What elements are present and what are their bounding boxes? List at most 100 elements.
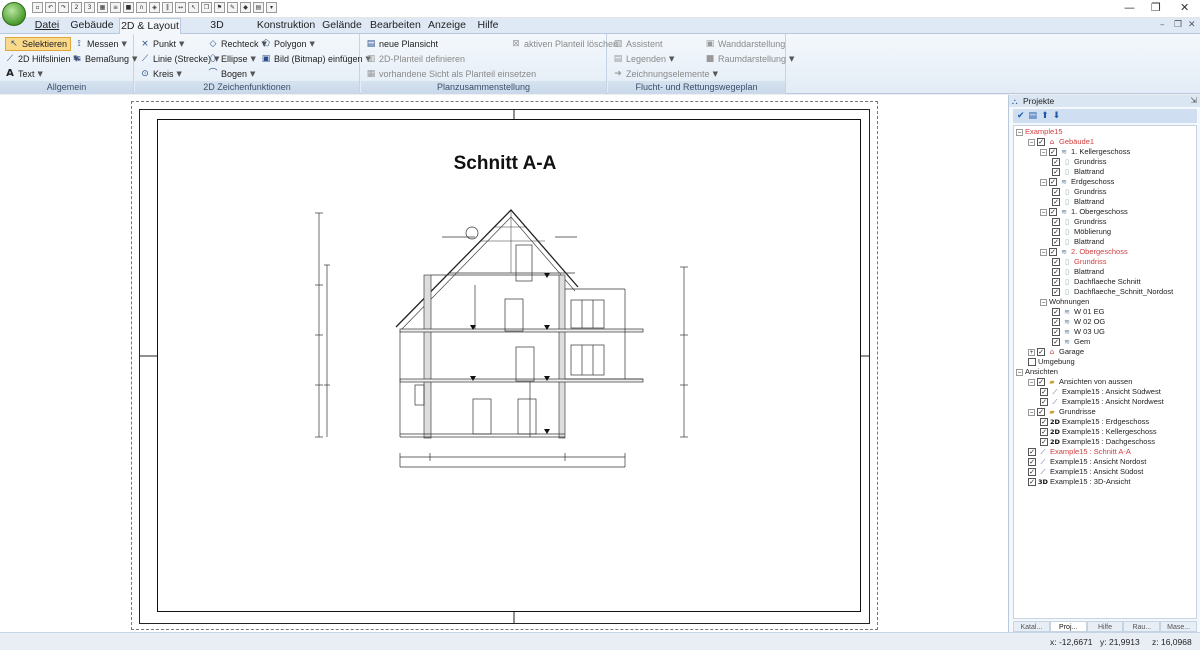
visibility-checkbox[interactable]: ✓: [1052, 268, 1060, 276]
visibility-checkbox[interactable]: ✓: [1028, 448, 1036, 456]
collapse-icon[interactable]: −: [1040, 248, 1047, 256]
tree-item[interactable]: ✓ 3D Example15 : 3D-Ansicht: [1028, 477, 1130, 487]
visibility-checkbox[interactable]: ✓: [1052, 318, 1060, 326]
tree-item[interactable]: − ✓ ≋ 1. Obergeschoss: [1040, 207, 1128, 217]
tree-item[interactable]: ✓ 2D Example15 : Kellergeschoss: [1040, 427, 1157, 437]
rectangle-button[interactable]: ◇ Rechteck ▼: [208, 37, 267, 51]
visibility-checkbox[interactable]: ✓: [1040, 428, 1048, 436]
tab-anzeige[interactable]: Anzeige: [428, 18, 466, 34]
mdi-minimize-icon[interactable]: –: [1160, 20, 1165, 30]
wall-display-button[interactable]: ▣ Wanddarstellung: [705, 37, 785, 51]
visibility-checkbox[interactable]: ✓: [1049, 208, 1057, 216]
check-icon[interactable]: ✔: [1017, 111, 1025, 121]
text-button[interactable]: A Text ▼: [5, 67, 43, 81]
magnet-icon[interactable]: ∩: [136, 2, 147, 13]
mdi-restore-icon[interactable]: ❐: [1174, 20, 1182, 30]
new-file-icon[interactable]: ▫: [32, 2, 43, 13]
page-icon[interactable]: ▤: [253, 2, 264, 13]
visibility-checkbox[interactable]: ✓: [1052, 308, 1060, 316]
select-button[interactable]: ↖ Selektieren: [5, 37, 72, 51]
paint-icon[interactable]: ✎: [227, 2, 238, 13]
new-plan-view-button[interactable]: ▤ neue Plansicht: [366, 37, 438, 51]
properties-icon[interactable]: ▤: [1029, 111, 1038, 121]
assistant-button[interactable]: ▧ Assistent: [613, 37, 663, 51]
tree-item[interactable]: ✓ ▯ Möblierung: [1052, 227, 1111, 237]
collapse-icon[interactable]: −: [1028, 408, 1035, 416]
tree-item[interactable]: ✓ ⟋ Example15 : Ansicht Südost: [1028, 467, 1143, 477]
visibility-checkbox[interactable]: ✓: [1028, 468, 1036, 476]
drawing-canvas[interactable]: Schnitt A-A: [0, 95, 1008, 632]
tree-item[interactable]: ✓ ▯ Blattrand: [1052, 167, 1104, 177]
visibility-checkbox[interactable]: ✓: [1052, 288, 1060, 296]
building-section-drawing[interactable]: [300, 205, 700, 485]
copy-icon[interactable]: ❐: [201, 2, 212, 13]
tree-item[interactable]: ✓ ⟋ Example15 : Ansicht Südwest: [1040, 387, 1161, 397]
drawing-elements-button[interactable]: ➜ Zeichnungselemente ▼: [613, 67, 718, 81]
3d-view-icon[interactable]: 3: [84, 2, 95, 13]
tab-datei[interactable]: Datei: [30, 18, 64, 34]
tree-item[interactable]: ✓ ⟋ Example15 : Ansicht Nordost: [1028, 457, 1146, 467]
visibility-checkbox[interactable]: ✓: [1040, 388, 1048, 396]
redo-icon[interactable]: ↷: [58, 2, 69, 13]
visibility-checkbox[interactable]: ✓: [1052, 328, 1060, 336]
move-up-icon[interactable]: ⬆: [1041, 111, 1049, 121]
tab-massen[interactable]: Mase...: [1160, 621, 1197, 632]
visibility-checkbox[interactable]: ✓: [1052, 258, 1060, 266]
grid-icon[interactable]: ▦: [97, 2, 108, 13]
ruler-icon[interactable]: ‖: [162, 2, 173, 13]
point-button[interactable]: × Punkt ▼: [140, 37, 184, 51]
visibility-checkbox[interactable]: ✓: [1037, 348, 1045, 356]
circle-button[interactable]: ⊙ Kreis ▼: [140, 67, 182, 81]
arc-button[interactable]: ⌒ Bogen ▼: [208, 67, 255, 81]
visibility-checkbox[interactable]: ✓: [1049, 178, 1057, 186]
visibility-checkbox[interactable]: ✓: [1037, 378, 1045, 386]
tree-item[interactable]: − ✓ ≋ 2. Obergeschoss: [1040, 247, 1128, 257]
visibility-checkbox[interactable]: ✓: [1052, 338, 1060, 346]
pointer-icon[interactable]: ↖: [188, 2, 199, 13]
visibility-checkbox[interactable]: ✓: [1049, 248, 1057, 256]
tree-item[interactable]: + ✓ ⌂ Garage: [1028, 347, 1084, 357]
tree-item[interactable]: ✓ ▯ Dachflaeche Schnitt: [1052, 277, 1141, 287]
visibility-checkbox[interactable]: ✓: [1052, 188, 1060, 196]
tree-item[interactable]: ✓ 2D Example15 : Dachgeschoss: [1040, 437, 1155, 447]
tree-item[interactable]: − Ansichten: [1016, 367, 1058, 377]
insert-view-button[interactable]: ▦ vorhandene Sicht als Planteil einsetze…: [366, 67, 536, 81]
tab-2d-layout[interactable]: 2D & Layout: [119, 18, 181, 35]
tab-hilfe[interactable]: Hilfe: [476, 18, 500, 34]
visibility-checkbox[interactable]: ✓: [1052, 238, 1060, 246]
tree-item[interactable]: ✓ ▯ Grundriss: [1052, 187, 1107, 197]
tab-raeume[interactable]: Rau...: [1123, 621, 1161, 632]
2d-view-icon[interactable]: 2: [71, 2, 82, 13]
application-menu-button[interactable]: [2, 2, 26, 26]
project-tree[interactable]: − Example15− ✓ ⌂ Gebäude1− ✓ ≋ 1. Kellergeschos…: [1013, 125, 1197, 619]
tab-gelaende[interactable]: Gelände: [322, 18, 362, 34]
eraser-icon[interactable]: ◆: [240, 2, 251, 13]
color-icon[interactable]: ■: [123, 2, 134, 13]
delete-plan-part-button[interactable]: ⊠ aktiven Planteil löschen: [511, 37, 618, 51]
collapse-icon[interactable]: −: [1040, 298, 1047, 306]
collapse-icon[interactable]: −: [1016, 128, 1023, 136]
visibility-checkbox[interactable]: ✓: [1037, 138, 1045, 146]
tree-item[interactable]: ✓ ▯ Dachflaeche_Schnitt_Nordost: [1052, 287, 1173, 297]
collapse-icon[interactable]: −: [1028, 138, 1035, 146]
tree-item[interactable]: − ✓ ▰ Ansichten von aussen: [1028, 377, 1132, 387]
tree-item[interactable]: ✓ ≋ Gem: [1052, 337, 1090, 347]
tree-item[interactable]: ✓ ▯ Grundriss: [1052, 157, 1107, 167]
tree-item[interactable]: ✓ ≋ W 03 UG: [1052, 327, 1105, 337]
measure-button[interactable]: ⟟ Messen ▼: [74, 37, 127, 51]
close-icon[interactable]: ✕: [1180, 1, 1189, 14]
tab-3d-funktionen[interactable]: 3D Funktionen: [184, 18, 250, 46]
define-plan-part-button[interactable]: ▥ 2D-Planteil definieren: [366, 52, 465, 66]
flag-icon[interactable]: ⚑: [214, 2, 225, 13]
visibility-checkbox[interactable]: ✓: [1037, 408, 1045, 416]
collapse-icon[interactable]: −: [1040, 208, 1047, 216]
visibility-checkbox[interactable]: ✓: [1040, 398, 1048, 406]
tree-item[interactable]: ✓ ≋ W 02 OG: [1052, 317, 1105, 327]
tree-item[interactable]: Umgebung: [1028, 357, 1075, 367]
tab-hilfe-panel[interactable]: Hilfe: [1086, 621, 1124, 632]
tab-konstruktion[interactable]: Konstruktion: [256, 18, 316, 34]
tab-katalog[interactable]: Katal...: [1013, 621, 1050, 632]
measure-icon[interactable]: ↔: [175, 2, 186, 13]
visibility-checkbox[interactable]: [1028, 358, 1036, 366]
visibility-checkbox[interactable]: ✓: [1052, 278, 1060, 286]
